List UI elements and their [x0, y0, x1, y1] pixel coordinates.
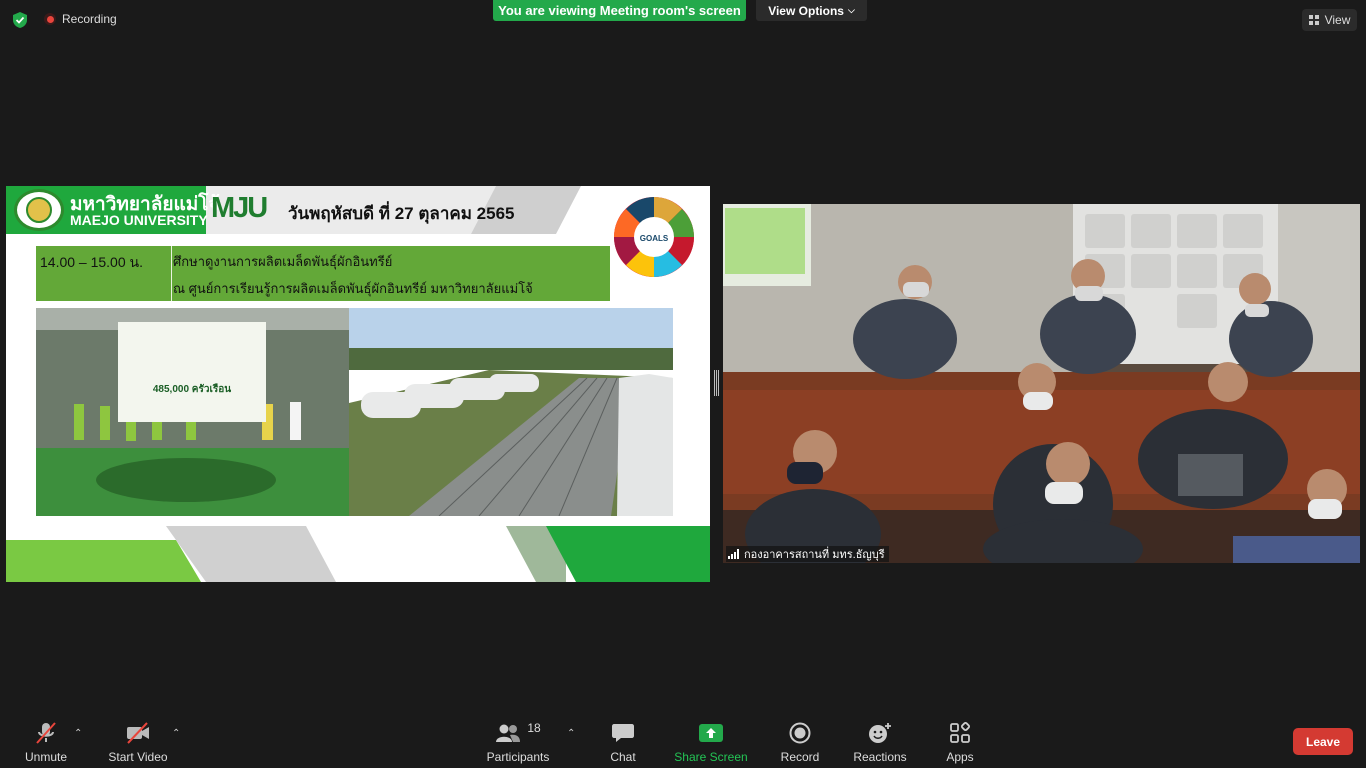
video-options-caret[interactable]: ⌃: [172, 728, 180, 739]
share-screen-label: Share Screen: [674, 750, 748, 764]
reactions-button[interactable]: Reactions: [840, 712, 920, 764]
participant-name-label: กองอาคารสถานที่ มทร.ธัญบุรี: [726, 546, 889, 562]
signal-strength-icon: [728, 549, 739, 559]
reactions-smiley-icon: [869, 723, 891, 743]
microphone-muted-icon: [36, 722, 56, 744]
slide-bottom-band: [6, 526, 710, 582]
shared-screen: มหาวิทยาลัยแม่โจ้ MAEJO UNIVERSITY MJU ว…: [6, 186, 710, 582]
view-options-button[interactable]: View Options ⌵: [756, 0, 867, 21]
slide-date: วันพฤหัสบดี ที่ 27 ตุลาคม 2565: [288, 204, 515, 223]
meeting-room-video: [723, 204, 1360, 563]
chat-bubble-icon: [612, 724, 634, 742]
top-bar: Recording You are viewing Meeting room's…: [0, 0, 1366, 40]
recording-dot-icon: [44, 13, 56, 25]
security-shield-icon[interactable]: [11, 11, 29, 29]
share-screen-icon: [699, 724, 723, 742]
recording-label: Recording: [62, 12, 117, 26]
participants-icon: [496, 724, 521, 742]
agenda-box: 14.00 – 15.00 น. ศึกษาดูงานการผลิตเมล็ดพ…: [36, 246, 610, 301]
participants-count: 18: [527, 721, 541, 735]
sdg-wheel-logo: GOALS: [614, 197, 694, 277]
leave-button[interactable]: Leave: [1293, 728, 1353, 755]
view-options-label: View Options: [768, 3, 844, 18]
reactions-label: Reactions: [853, 750, 907, 764]
agenda-time: 14.00 – 15.00 น.: [40, 254, 143, 270]
participants-options-caret[interactable]: ⌃: [567, 728, 575, 739]
start-video-button[interactable]: Start Video: [98, 712, 178, 764]
apps-button[interactable]: Apps: [920, 712, 1000, 764]
greenhouse-photo-art: [349, 308, 673, 516]
chat-button[interactable]: Chat: [583, 712, 663, 764]
chevron-down-icon: ⌵: [847, 5, 855, 15]
group-photo: 485,000 ครัวเรือน: [36, 308, 349, 516]
participants-label: Participants: [486, 750, 550, 764]
start-video-label: Start Video: [108, 750, 168, 764]
record-icon: [789, 722, 811, 744]
recording-indicator[interactable]: Recording: [44, 12, 117, 26]
record-button[interactable]: Record: [760, 712, 840, 764]
video-camera-off-icon: [127, 722, 149, 744]
participant-name: กองอาคารสถานที่ มทร.ธัญบุรี: [744, 549, 885, 561]
participants-button[interactable]: 18 Participants: [478, 712, 558, 764]
video-tile[interactable]: [723, 204, 1360, 563]
meeting-toolbar: Unmute ⌃ Start Video ⌃ 18 Participants ⌃: [0, 712, 1366, 768]
university-logo: [14, 189, 64, 231]
view-label: View: [1324, 13, 1351, 27]
unmute-label: Unmute: [24, 750, 68, 764]
view-button[interactable]: View: [1302, 9, 1357, 31]
agenda-title: ศึกษาดูงานการผลิตเมล็ดพันธุ์ผักอินทรีย์: [173, 254, 393, 269]
audio-options-caret[interactable]: ⌃: [74, 728, 82, 739]
sdg-goals-text: GOALS: [640, 234, 669, 243]
agenda-location: ณ ศูนย์การเรียนรู้การผลิตเมล็ดพันธุ์ผักอ…: [173, 281, 533, 296]
banner-household-count: 485,000 ครัวเรือน: [152, 384, 232, 395]
mju-logo: MJU: [211, 192, 268, 224]
university-name-en: MAEJO UNIVERSITY: [70, 212, 208, 228]
record-label: Record: [780, 750, 820, 764]
agenda-divider: [171, 246, 172, 301]
viewing-banner: You are viewing Meeting room's screen: [493, 0, 746, 21]
grid-view-icon: [1308, 14, 1319, 25]
apps-icon: [950, 722, 971, 743]
splitter-handle[interactable]: [714, 370, 719, 396]
chat-label: Chat: [610, 750, 636, 764]
greenhouse-photo: [349, 308, 673, 516]
event-banner: 485,000 ครัวเรือน: [118, 322, 266, 422]
share-screen-button[interactable]: Share Screen: [671, 712, 751, 764]
apps-label: Apps: [946, 750, 974, 764]
